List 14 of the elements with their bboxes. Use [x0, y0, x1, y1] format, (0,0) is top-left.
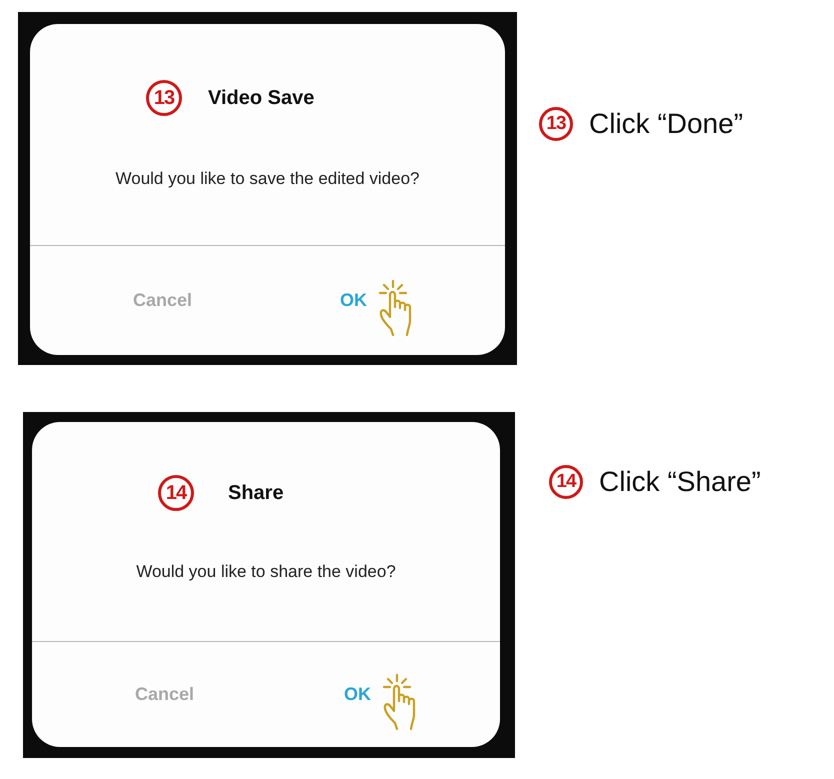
dialog-message: Would you like to save the edited video? [114, 168, 420, 190]
step-number-badge: 14 [549, 465, 583, 499]
instruction-text: Click “Done” [589, 107, 744, 141]
step-number-badge: 14 [158, 475, 194, 511]
step-number-badge: 13 [539, 107, 573, 141]
cancel-button[interactable]: Cancel [135, 681, 194, 708]
dialog-title: Video Save [208, 86, 314, 111]
step-number-badge: 13 [146, 80, 182, 116]
dialog-message: Would you like to share the video? [135, 561, 397, 583]
ok-button[interactable]: OK [344, 681, 372, 708]
ok-button[interactable]: OK [340, 287, 368, 314]
instruction-text: Click “Share” [599, 465, 761, 499]
dialog-title: Share [228, 481, 284, 506]
cancel-button[interactable]: Cancel [133, 287, 192, 314]
